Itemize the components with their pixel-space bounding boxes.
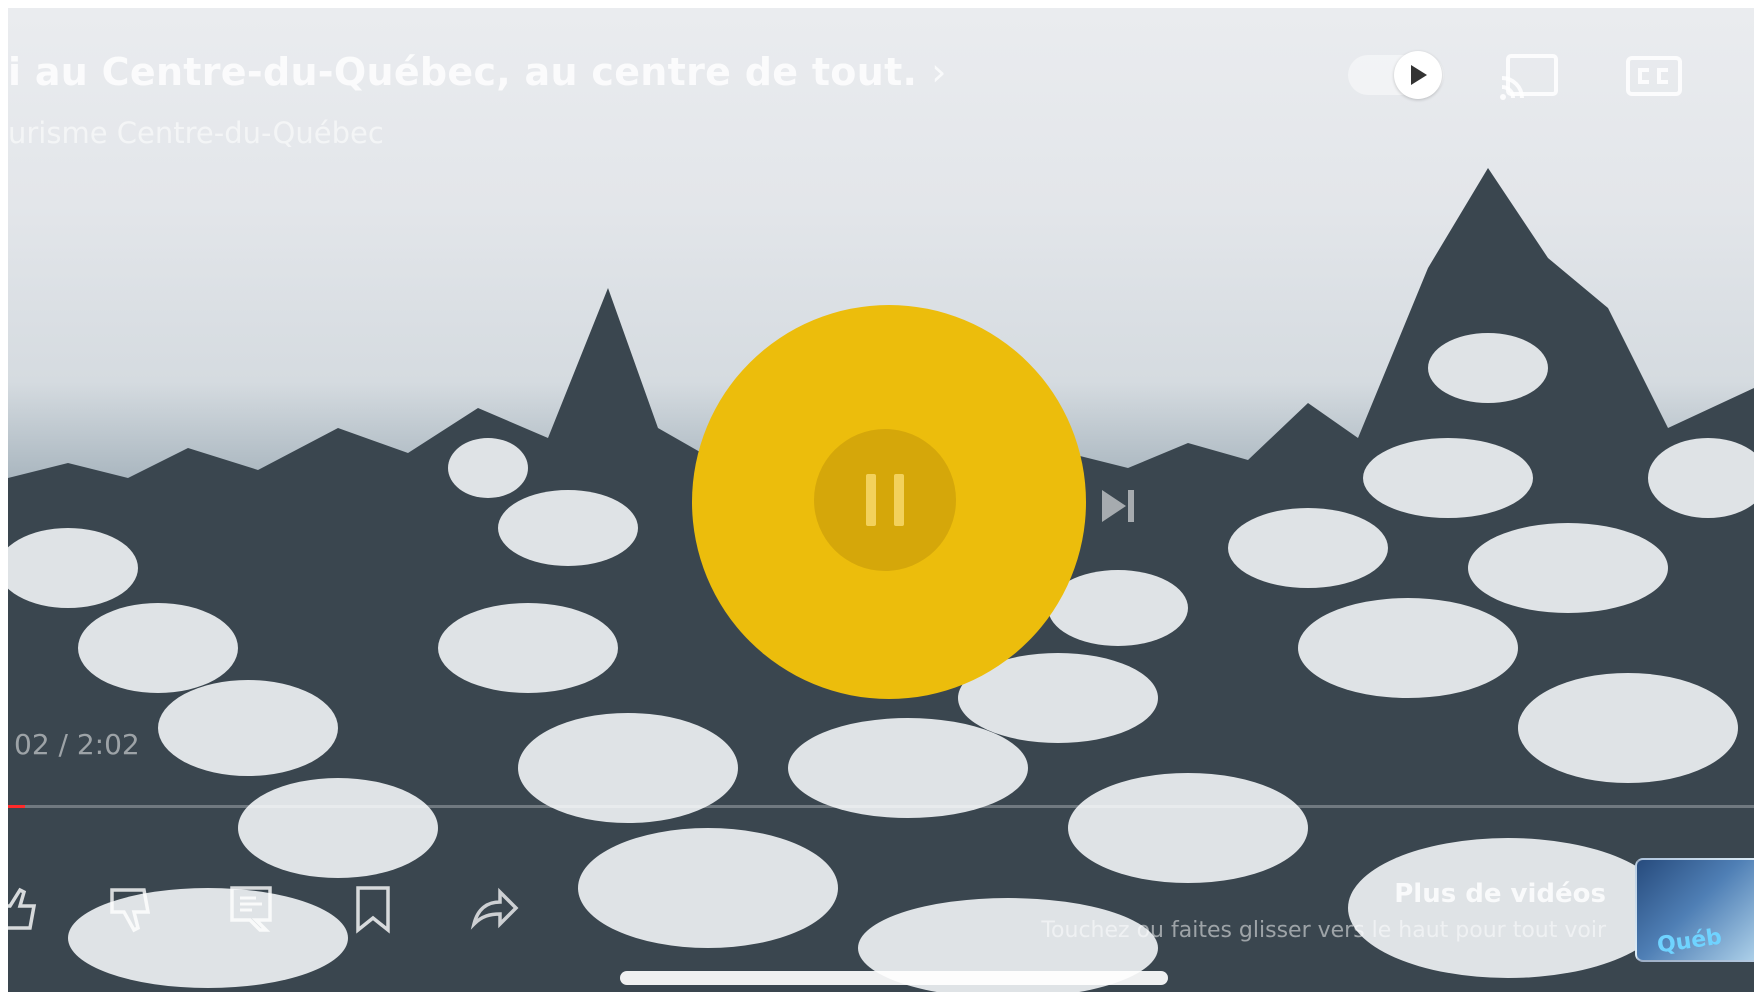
thumbnail-text: Québ — [1655, 924, 1724, 959]
play-icon — [1394, 51, 1442, 99]
thumbs-up-icon[interactable] — [8, 884, 40, 934]
autoplay-toggle[interactable] — [1348, 51, 1444, 99]
time-display: 02 / 2:02 — [14, 728, 140, 761]
bookmark-icon[interactable] — [348, 884, 398, 934]
share-icon[interactable] — [470, 884, 520, 934]
progress-bar[interactable] — [8, 805, 1754, 808]
thumbs-down-icon[interactable] — [106, 884, 156, 934]
progress-fill — [8, 805, 26, 808]
comments-icon[interactable] — [226, 884, 276, 934]
video-title[interactable]: i au Centre-du-Québec, au centre de tout… — [8, 50, 947, 94]
video-player[interactable]: i au Centre-du-Québec, au centre de tout… — [8, 8, 1754, 992]
pause-icon — [894, 474, 904, 526]
cc-icon[interactable] — [1624, 52, 1684, 100]
video-title-text: i au Centre-du-Québec, au centre de tout… — [8, 50, 918, 94]
cast-icon[interactable] — [1500, 52, 1560, 100]
more-videos-thumbnail[interactable]: Québ — [1635, 858, 1754, 962]
next-icon[interactable] — [1098, 486, 1138, 526]
pause-icon — [866, 474, 876, 526]
pause-button[interactable] — [814, 429, 956, 571]
channel-name[interactable]: urisme Centre-du-Québec — [8, 116, 384, 150]
more-videos-title[interactable]: Plus de vidéos — [1394, 879, 1606, 909]
home-indicator[interactable] — [620, 971, 1168, 985]
more-videos-hint: Touchez ou faites glisser vers le haut p… — [1041, 918, 1606, 943]
chevron-right-icon: › — [931, 50, 947, 94]
